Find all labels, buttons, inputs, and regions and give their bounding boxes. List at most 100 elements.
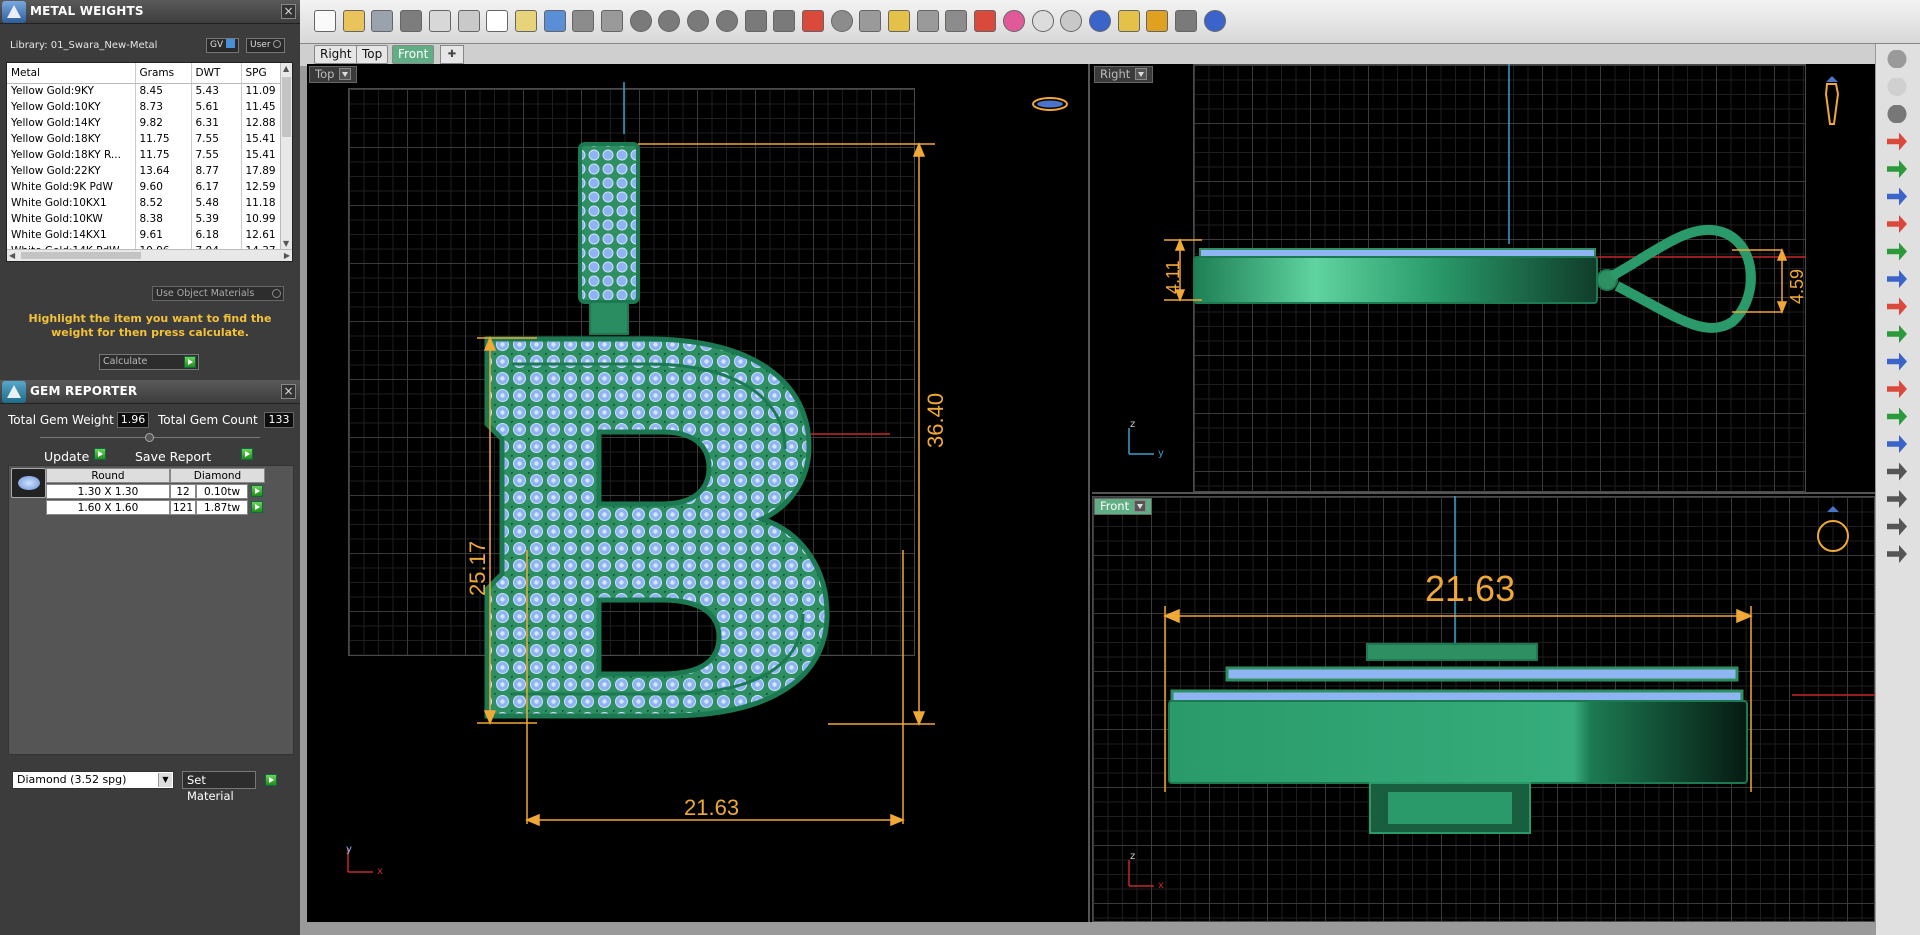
curve-icon[interactable] [1887, 462, 1907, 481]
gem-row-go-icon[interactable] [251, 485, 263, 497]
material-select[interactable]: Diamond (3.52 spg) ▼ [12, 771, 174, 789]
compass-icon[interactable] [830, 10, 853, 32]
calculate-button[interactable]: Calculate [99, 354, 199, 370]
table-row[interactable]: White Gold:9K PdW 9.60 6.17 12.59 [7, 179, 288, 195]
close-icon[interactable]: × [281, 4, 296, 19]
ring-gizmo-icon[interactable] [1817, 506, 1849, 552]
sphere-white-icon[interactable] [1031, 10, 1054, 32]
vertical-scrollbar[interactable]: ▲ ▼ [280, 63, 292, 249]
gv-toggle[interactable]: GV [206, 38, 240, 53]
zoom-extents-icon[interactable] [687, 10, 710, 32]
gem-row-go-icon[interactable] [251, 501, 263, 513]
copy-icon[interactable] [428, 10, 451, 32]
open-folder-icon[interactable] [342, 10, 365, 32]
globe-icon[interactable] [1887, 50, 1907, 68]
zoom-selected-icon[interactable] [715, 10, 738, 32]
layers-icon[interactable] [974, 10, 997, 32]
sphere-icon[interactable] [1887, 105, 1907, 123]
eraser-icon[interactable] [1887, 545, 1907, 563]
pencil-icon[interactable] [1887, 517, 1907, 536]
column-header[interactable]: DWT [191, 63, 242, 84]
arrow-stack-icon[interactable] [1887, 352, 1907, 371]
sphere-grey-icon[interactable] [1060, 10, 1083, 32]
tab-right[interactable]: Right [314, 45, 358, 64]
update-button[interactable]: Update [44, 449, 89, 464]
metal-weights-table[interactable]: Metal Grams DWT SPG Yellow Gold:9KY 8.45 5… [6, 62, 293, 262]
four-view-icon[interactable] [773, 10, 796, 32]
color-wheel-icon[interactable] [1002, 10, 1025, 32]
close-icon[interactable]: × [281, 384, 296, 399]
arrow-left-icon[interactable] [1887, 215, 1907, 233]
table-cell: White Gold:14KX1 [7, 227, 136, 243]
right-viewport[interactable]: Right 4.11 4.59 z y [1092, 64, 1875, 494]
arrow-stack2-icon[interactable] [1887, 435, 1907, 453]
gem-reporter-panel: GEM REPORTER × Total Gem Weight 1.96 Tot… [0, 380, 300, 935]
table-row[interactable]: Yellow Gold:22KY 13.64 8.77 17.89 [7, 163, 288, 179]
lightbulb-icon[interactable] [1887, 77, 1907, 96]
arrow-down-icon[interactable] [1887, 242, 1907, 261]
set-material-button[interactable]: Set Material [182, 771, 256, 803]
save-icon[interactable] [371, 10, 394, 32]
table-row[interactable]: White Gold:14KX1 9.61 6.18 12.61 [7, 227, 288, 243]
wand-icon[interactable] [1117, 10, 1140, 32]
column-header[interactable]: Metal [7, 63, 136, 84]
top-viewport[interactable]: Top 36.40 25.17 21.63 y x [307, 64, 1090, 922]
pan-hand-icon[interactable] [572, 10, 595, 32]
render-icon[interactable] [888, 10, 910, 32]
select-icon[interactable] [859, 10, 882, 32]
arrow-up2-icon[interactable] [1887, 407, 1907, 426]
arrow-up-down-icon[interactable] [1887, 325, 1907, 343]
arrow-diagonal-icon[interactable] [1887, 187, 1907, 206]
total-gem-weight-value: 1.96 [117, 412, 149, 428]
front-viewport[interactable]: Front 21.63 z x [1092, 496, 1875, 922]
arrow-in-icon[interactable] [1887, 270, 1907, 288]
sphere-blue-icon[interactable] [1088, 10, 1111, 32]
clipboard-icon[interactable] [514, 10, 537, 32]
cut-icon[interactable] [457, 10, 480, 32]
table-row[interactable]: Yellow Gold:9KY 8.45 5.43 11.09 [7, 83, 288, 99]
gem-type-header: Diamond [170, 468, 265, 483]
gem-weight-cell: 1.87tw [196, 500, 248, 515]
grid-snap-icon[interactable] [1175, 10, 1197, 32]
view-tabs: Right Top Front ✚ [300, 44, 1920, 66]
arrow-up-icon[interactable] [1887, 160, 1907, 178]
horizontal-scrollbar[interactable]: ◀ ▶ [7, 249, 292, 261]
lock-icon[interactable] [945, 10, 968, 32]
table-row[interactable]: Yellow Gold:18KY 11.75 7.55 15.41 [7, 131, 288, 147]
set-material-go-icon[interactable] [265, 774, 277, 786]
line-icon[interactable] [1887, 490, 1907, 508]
car-icon[interactable] [801, 10, 824, 32]
column-header[interactable]: Grams [135, 63, 192, 84]
chevron-down-icon[interactable]: ▼ [158, 773, 172, 787]
arrow-right-icon[interactable] [1887, 132, 1907, 151]
help-icon[interactable] [1203, 10, 1226, 32]
ring-gizmo-icon[interactable] [1032, 97, 1068, 111]
move-icon[interactable] [601, 10, 623, 32]
undo-icon[interactable] [543, 10, 566, 32]
table-row[interactable]: Yellow Gold:10KY 8.73 5.61 11.45 [7, 99, 288, 115]
table-row[interactable]: White Gold:10KX1 8.52 5.48 11.18 [7, 195, 288, 211]
use-object-materials-toggle[interactable]: Use Object Materials [152, 286, 284, 301]
update-go-icon[interactable] [94, 448, 106, 460]
save-report-go-icon[interactable] [241, 448, 253, 460]
rotate-view-icon[interactable] [744, 10, 767, 32]
add-tab-icon[interactable]: ✚ [440, 45, 464, 64]
tab-front[interactable]: Front [392, 45, 435, 64]
pendant-gizmo-icon[interactable] [1824, 76, 1840, 125]
gear-icon[interactable] [1146, 10, 1169, 32]
paste-icon[interactable] [486, 10, 509, 32]
table-row[interactable]: Yellow Gold:14KY 9.82 6.31 12.88 [7, 115, 288, 131]
zoom-icon[interactable] [629, 10, 652, 32]
save-report-button[interactable]: Save Report [135, 449, 211, 464]
print-icon[interactable] [400, 10, 423, 32]
new-file-icon[interactable] [314, 10, 336, 32]
table-row[interactable]: Yellow Gold:18KY R... 11.75 7.55 15.41 [7, 147, 288, 163]
lightbulb-icon[interactable] [916, 10, 939, 32]
collapse-handle[interactable] [145, 433, 154, 442]
arrow-merge-icon[interactable] [1887, 380, 1907, 398]
user-toggle[interactable]: User [246, 38, 286, 53]
table-row[interactable]: White Gold:10KW 8.38 5.39 10.99 [7, 211, 288, 227]
arrow-split-icon[interactable] [1887, 297, 1907, 316]
tab-top[interactable]: Top [356, 45, 389, 64]
zoom-window-icon[interactable] [658, 10, 681, 32]
